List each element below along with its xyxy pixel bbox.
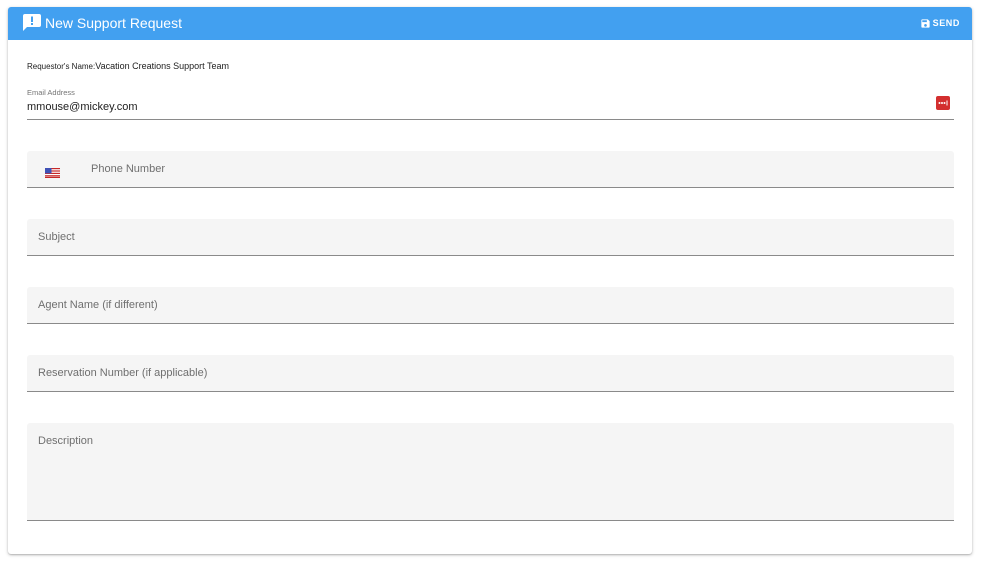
header-toolbar: New Support Request SEND: [8, 7, 972, 40]
send-button[interactable]: SEND: [920, 15, 960, 31]
phone-input[interactable]: [91, 151, 931, 187]
password-manager-icon[interactable]: [936, 96, 950, 110]
phone-field: [27, 151, 954, 188]
page-title: New Support Request: [45, 15, 182, 31]
agent-name-input[interactable]: [38, 287, 938, 323]
email-input[interactable]: [27, 99, 907, 115]
description-field: [27, 423, 954, 521]
support-request-card: New Support Request SEND Requestor's Nam…: [8, 7, 972, 554]
email-field: Email Address: [27, 86, 954, 120]
requestor-label: Requestor's Name:: [27, 62, 96, 71]
feedback-icon: [23, 14, 41, 31]
description-textarea[interactable]: [38, 434, 938, 514]
email-label: Email Address: [27, 88, 75, 97]
subject-input[interactable]: [38, 219, 938, 255]
requestor-value: Vacation Creations Support Team: [95, 61, 229, 71]
agent-name-field: [27, 287, 954, 324]
save-icon: [920, 18, 931, 29]
send-label: SEND: [932, 18, 960, 28]
subject-field: [27, 219, 954, 256]
us-flag-icon[interactable]: [45, 165, 60, 178]
reservation-number-field: [27, 355, 954, 392]
requestor-name: Requestor's Name:Vacation Creations Supp…: [27, 59, 229, 73]
reservation-number-input[interactable]: [38, 355, 938, 391]
